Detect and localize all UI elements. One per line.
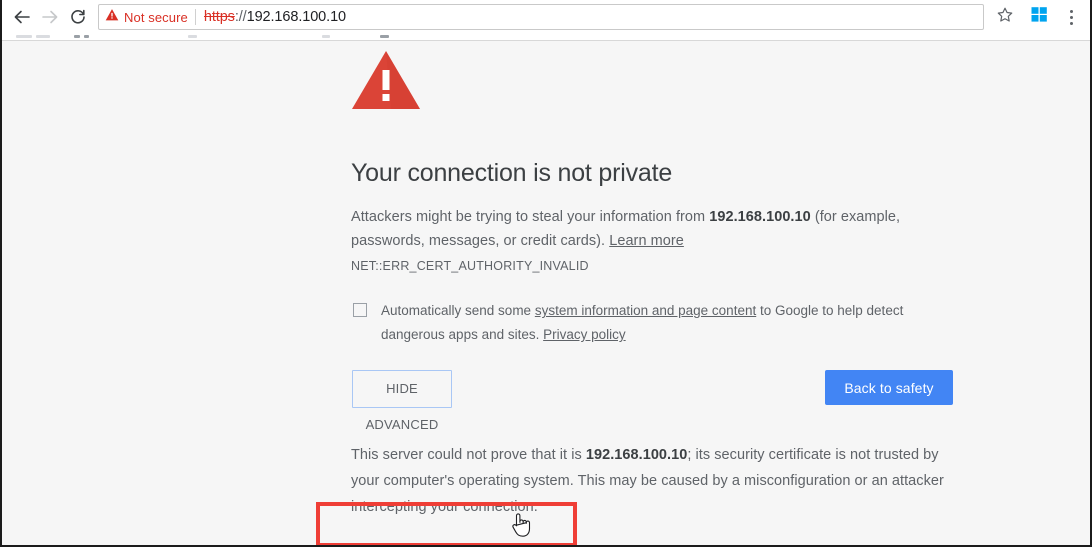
url-host: 192.168.100.10 bbox=[246, 9, 347, 25]
windows-logo-icon bbox=[1031, 6, 1048, 28]
reload-button[interactable] bbox=[64, 3, 92, 31]
extension-button[interactable] bbox=[1024, 2, 1054, 32]
advanced-explanation: This server could not prove that it is 1… bbox=[351, 410, 955, 520]
security-status-label: Not secure bbox=[124, 9, 188, 25]
bookmark-item[interactable] bbox=[322, 35, 330, 38]
forward-button[interactable] bbox=[36, 3, 64, 31]
bookmark-item[interactable] bbox=[84, 35, 89, 38]
arrow-right-icon bbox=[41, 8, 59, 26]
url-text: https://192.168.100.10 bbox=[204, 9, 346, 25]
bookmark-item[interactable] bbox=[16, 35, 32, 38]
advanced-host: 192.168.100.10 bbox=[585, 447, 688, 463]
reload-icon bbox=[69, 8, 87, 26]
description-prefix: Attackers might be trying to steal your … bbox=[351, 209, 710, 225]
back-button[interactable] bbox=[8, 3, 36, 31]
ssl-interstitial-page: Your connection is not private Attackers… bbox=[2, 41, 1090, 545]
bookmark-item[interactable] bbox=[74, 35, 80, 38]
page-title: Your connection is not private bbox=[351, 159, 673, 187]
description-host: 192.168.100.10 bbox=[709, 209, 811, 225]
bookmark-button[interactable] bbox=[990, 2, 1020, 32]
send-report-checkbox[interactable] bbox=[353, 303, 367, 317]
system-information-link[interactable]: system information and page content bbox=[535, 303, 756, 318]
interstitial-description: Attackers might be trying to steal your … bbox=[351, 188, 955, 253]
back-to-safety-button[interactable]: Back to safety bbox=[825, 370, 953, 405]
omnibox-divider bbox=[194, 9, 196, 25]
hide-advanced-button[interactable]: HIDE ADVANCED bbox=[352, 370, 452, 432]
advanced-prefix: This server could not prove that it is bbox=[351, 447, 586, 463]
interstitial-content: Your connection is not private Attackers… bbox=[351, 41, 955, 545]
opt-in-row: Automatically send some system informati… bbox=[351, 273, 955, 347]
browser-window: Not secure https://192.168.100.10 Your c… bbox=[0, 0, 1092, 547]
bookmark-item[interactable] bbox=[36, 35, 50, 38]
proceed-row: Proceed to 192.168.100.10 (unsafe) bbox=[351, 520, 955, 545]
arrow-left-icon bbox=[13, 8, 31, 26]
star-icon bbox=[996, 6, 1014, 29]
warning-triangle-icon bbox=[105, 8, 119, 27]
privacy-policy-link[interactable]: Privacy policy bbox=[543, 327, 626, 342]
browser-toolbar: Not secure https://192.168.100.10 bbox=[2, 0, 1090, 34]
error-code: NET::ERR_CERT_AUTHORITY_INVALID bbox=[351, 259, 589, 273]
bookmark-item[interactable] bbox=[380, 35, 389, 38]
opt-in-label: Automatically send some system informati… bbox=[367, 299, 911, 347]
url-scheme: https bbox=[203, 9, 235, 25]
address-bar[interactable]: Not secure https://192.168.100.10 bbox=[98, 4, 984, 30]
bookmark-item[interactable] bbox=[188, 35, 197, 38]
opt-in-prefix: Automatically send some bbox=[381, 303, 535, 318]
interstitial-button-row: HIDE ADVANCED Back to safety bbox=[351, 370, 955, 432]
url-scheme-separator: :// bbox=[234, 9, 247, 25]
learn-more-link[interactable]: Learn more bbox=[609, 233, 684, 249]
browser-menu-button[interactable] bbox=[1058, 2, 1084, 32]
three-dots-vertical-icon bbox=[1069, 8, 1073, 26]
security-status-chip[interactable]: Not secure bbox=[105, 8, 195, 27]
warning-triangle-icon bbox=[351, 49, 955, 116]
